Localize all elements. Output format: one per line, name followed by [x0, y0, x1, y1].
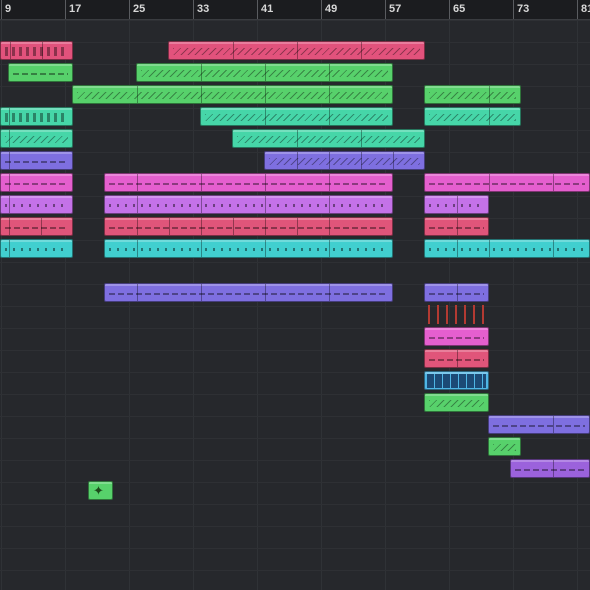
clip-content-preview: [5, 183, 68, 185]
clip-content-preview: [429, 400, 484, 407]
midi-clip[interactable]: [424, 239, 590, 258]
midi-clip[interactable]: [424, 173, 590, 192]
midi-clip[interactable]: [232, 129, 425, 148]
clip-content-preview: [5, 204, 68, 207]
clip-content-preview: [173, 48, 420, 55]
clip-content-preview: [5, 47, 68, 56]
midi-clip[interactable]: [424, 371, 489, 390]
midi-clip[interactable]: [0, 151, 73, 170]
midi-clip[interactable]: [8, 63, 73, 82]
clip-content-preview: [429, 92, 516, 99]
clip-content-preview: [429, 204, 484, 207]
midi-clip[interactable]: [424, 107, 521, 126]
clip-content-preview: [109, 183, 388, 185]
midi-clip[interactable]: [0, 195, 73, 214]
midi-clip[interactable]: [488, 415, 590, 434]
midi-clip[interactable]: [424, 283, 489, 302]
midi-clip[interactable]: [104, 283, 393, 302]
midi-clip[interactable]: [136, 63, 393, 82]
clip-icon: ✦: [93, 483, 104, 498]
midi-clip[interactable]: [0, 239, 73, 258]
clip-content-preview: [269, 158, 420, 165]
midi-clip[interactable]: [0, 129, 73, 148]
midi-clip[interactable]: [424, 217, 489, 236]
clip-content-preview: [237, 136, 420, 143]
clip-area[interactable]: ✦: [0, 0, 590, 590]
midi-clip[interactable]: [488, 437, 521, 456]
clip-content-preview: [109, 227, 388, 229]
midi-clip[interactable]: [424, 85, 521, 104]
arrangement-window: 9 17 25 33 41 49 57 65 73 81 ✦: [0, 0, 590, 590]
clip-content-preview: [429, 293, 484, 295]
clip-content-preview: [429, 183, 585, 185]
clip-content-preview: [109, 293, 388, 295]
clip-content-preview: [109, 248, 388, 251]
clip-content-preview: [429, 114, 516, 121]
clip-content-preview: [205, 114, 388, 121]
clip-content-preview: [5, 227, 68, 229]
midi-clip[interactable]: [0, 217, 73, 236]
midi-clip[interactable]: [424, 305, 489, 324]
midi-clip[interactable]: [424, 195, 489, 214]
midi-clip[interactable]: [264, 151, 425, 170]
midi-clip[interactable]: ✦: [88, 481, 113, 500]
midi-clip[interactable]: [72, 85, 393, 104]
clip-content-preview: [109, 204, 388, 207]
midi-clip[interactable]: [0, 41, 73, 60]
midi-clip[interactable]: [0, 107, 73, 126]
clip-content-preview: [493, 444, 516, 451]
midi-clip[interactable]: [510, 459, 590, 478]
clip-content-preview: [5, 161, 68, 163]
midi-clip[interactable]: [104, 195, 393, 214]
clip-content-preview: [429, 359, 484, 361]
clip-content-preview: [493, 425, 585, 427]
midi-clip[interactable]: [424, 393, 489, 412]
midi-clip[interactable]: [104, 239, 393, 258]
midi-clip[interactable]: [104, 217, 393, 236]
clip-content-preview: [5, 136, 68, 143]
clip-content-preview: [13, 73, 68, 75]
clip-content-preview: [5, 248, 68, 251]
clip-content-preview: [429, 227, 484, 229]
midi-clip[interactable]: [424, 327, 489, 346]
clip-content-preview: [427, 374, 486, 388]
midi-clip[interactable]: [424, 349, 489, 368]
midi-clip[interactable]: [200, 107, 393, 126]
midi-clip[interactable]: [168, 41, 425, 60]
clip-content-preview: [141, 70, 388, 77]
clip-content-preview: [428, 305, 485, 324]
clip-content-preview: [77, 92, 388, 99]
midi-clip[interactable]: [104, 173, 393, 192]
clip-content-preview: [5, 113, 68, 122]
clip-content-preview: [429, 248, 585, 251]
clip-content-preview: [515, 469, 585, 471]
midi-clip[interactable]: [0, 173, 73, 192]
clip-content-preview: [429, 337, 484, 339]
